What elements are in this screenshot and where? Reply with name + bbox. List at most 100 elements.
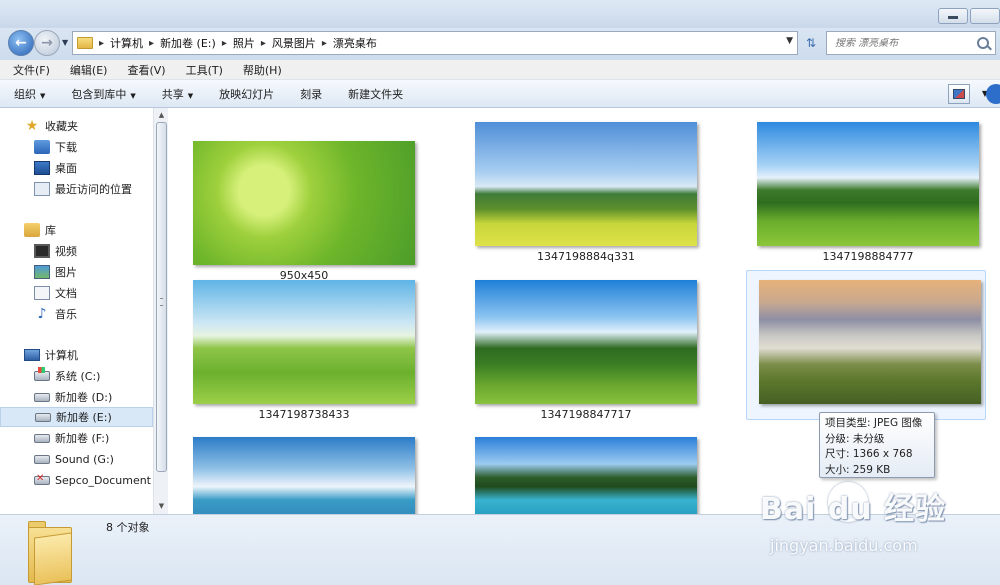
library-icon	[24, 223, 40, 237]
help-button[interactable]	[986, 84, 1000, 104]
address-history-dropdown-icon[interactable]: ▼	[786, 36, 793, 46]
music-note-icon: ♪	[37, 306, 47, 322]
breadcrumb-separator[interactable]: ▸	[261, 38, 266, 49]
file-tile[interactable]: 1347198884777	[745, 113, 985, 263]
drive-icon	[34, 392, 50, 402]
breadcrumb-landscapes[interactable]: 风景图片	[272, 35, 316, 51]
navigation-scrollbar[interactable]: ▲ ▼	[153, 108, 168, 514]
breadcrumb-separator[interactable]: ▸	[149, 38, 154, 49]
back-button[interactable]: ←	[8, 30, 34, 56]
maximize-button[interactable]	[970, 8, 1000, 24]
nav-item-label: 新加卷 (F:)	[55, 432, 110, 445]
slideshow-button[interactable]: 放映幻灯片	[219, 86, 274, 102]
navigation-tree: ★ 收藏夹 下载 桌面 最近访问的位置 库 视频 图片 文档 ♪ 音乐 计算机 …	[0, 108, 153, 514]
file-tile-hovered[interactable]	[746, 270, 986, 420]
image-thumbnail	[757, 122, 979, 246]
nav-item-network-drive[interactable]: Sepco_Document (\	[0, 470, 153, 490]
breadcrumb-drive-e[interactable]: 新加卷 (E:)	[160, 35, 216, 51]
desktop-icon	[34, 161, 50, 175]
file-name: 1347198847717	[540, 408, 632, 421]
nav-item-drive-c[interactable]: 系统 (C:)	[0, 366, 153, 386]
scroll-up-icon[interactable]: ▲	[154, 108, 169, 123]
nav-favorites-label: 收藏夹	[45, 120, 78, 133]
search-box[interactable]	[826, 31, 996, 55]
nav-item-label: 下载	[55, 141, 77, 154]
menu-view[interactable]: 查看(V)	[124, 62, 168, 78]
folder-icon	[77, 37, 93, 49]
nav-item-drive-e[interactable]: 新加卷 (E:)	[0, 407, 153, 427]
navigation-pane: ★ 收藏夹 下载 桌面 最近访问的位置 库 视频 图片 文档 ♪ 音乐 计算机 …	[0, 108, 168, 514]
nav-libraries[interactable]: 库	[0, 220, 153, 240]
breadcrumb-photos[interactable]: 照片	[233, 35, 255, 51]
image-thumbnail	[475, 280, 697, 404]
nav-item-pictures[interactable]: 图片	[0, 262, 153, 282]
include-in-library-button[interactable]: 包含到库中 ▼	[71, 86, 135, 102]
pictures-icon	[34, 265, 50, 279]
watermark-url: jingyan.baidu.com	[770, 536, 918, 555]
nav-item-label: Sepco_Document (\	[55, 473, 153, 487]
search-icon[interactable]	[977, 37, 989, 49]
nav-item-label: 新加卷 (D:)	[55, 391, 113, 404]
new-folder-button[interactable]: 新建文件夹	[348, 86, 403, 102]
nav-item-drive-g[interactable]: Sound (G:)	[0, 449, 153, 469]
recent-pages-dropdown-icon[interactable]: ▼	[62, 38, 68, 47]
nav-item-label: 视频	[55, 245, 77, 258]
file-tile[interactable]: 1347198884q331	[463, 113, 703, 263]
scroll-down-icon[interactable]: ▼	[154, 499, 169, 514]
scrollbar-thumb[interactable]	[156, 122, 167, 472]
drive-icon	[34, 433, 50, 443]
menu-tools[interactable]: 工具(T)	[183, 62, 226, 78]
image-thumbnail	[193, 437, 415, 514]
nav-item-drive-d[interactable]: 新加卷 (D:)	[0, 387, 153, 407]
change-view-button[interactable]	[948, 84, 970, 104]
nav-item-label: 图片	[55, 266, 77, 279]
image-thumbnail	[193, 141, 415, 265]
breadcrumb-computer[interactable]: 计算机	[110, 35, 143, 51]
nav-item-desktop[interactable]: 桌面	[0, 158, 153, 178]
image-thumbnail	[193, 280, 415, 404]
breadcrumb-separator[interactable]: ▸	[322, 38, 327, 49]
file-tile[interactable]: 950x450	[181, 132, 421, 282]
address-row: ← → ▼ ▸ 计算机 ▸ 新加卷 (E:) ▸ 照片 ▸ 风景图片 ▸ 漂亮桌…	[0, 28, 1000, 60]
window-controls	[936, 8, 1000, 24]
breadcrumb-separator[interactable]: ▸	[222, 38, 227, 49]
minimize-button[interactable]	[938, 8, 968, 24]
nav-item-documents[interactable]: 文档	[0, 283, 153, 303]
tooltip-dimensions: 尺寸: 1366 x 768	[825, 448, 913, 460]
address-bar[interactable]: ▸ 计算机 ▸ 新加卷 (E:) ▸ 照片 ▸ 风景图片 ▸ 漂亮桌布 ▼	[72, 31, 798, 55]
file-tile[interactable]: 1347198847717	[463, 271, 703, 421]
menu-edit[interactable]: 编辑(E)	[67, 62, 111, 78]
nav-computer[interactable]: 计算机	[0, 345, 153, 365]
breadcrumb-separator[interactable]: ▸	[99, 38, 104, 49]
refresh-button[interactable]: ⇅	[800, 33, 822, 53]
file-tile[interactable]	[181, 428, 421, 514]
menu-file[interactable]: 文件(F)	[10, 62, 53, 78]
include-in-library-label: 包含到库中	[71, 87, 127, 101]
tooltip-type: 项目类型: JPEG 图像	[825, 417, 923, 429]
menu-help[interactable]: 帮助(H)	[240, 62, 285, 78]
forward-button[interactable]: →	[34, 30, 60, 56]
refresh-icon: ⇅	[805, 36, 817, 50]
file-tile[interactable]: 1347198738433	[181, 271, 421, 421]
tooltip-size: 大小: 259 KB	[825, 463, 891, 476]
tooltip-rating: 分级: 未分级	[825, 432, 885, 445]
organize-button[interactable]: 组织 ▼	[14, 86, 45, 102]
nav-item-drive-f[interactable]: 新加卷 (F:)	[0, 428, 153, 448]
nav-item-label: 桌面	[55, 162, 77, 175]
nav-item-recent-places[interactable]: 最近访问的位置	[0, 179, 153, 199]
search-input[interactable]	[835, 37, 965, 49]
share-button[interactable]: 共享 ▼	[162, 86, 193, 102]
image-thumbnail	[475, 122, 697, 246]
file-tile[interactable]	[463, 428, 703, 514]
chevron-down-icon: ▼	[187, 91, 194, 100]
nav-item-label: 音乐	[55, 308, 77, 321]
nav-item-music[interactable]: ♪ 音乐	[0, 304, 153, 324]
burn-button[interactable]: 刻录	[300, 86, 322, 102]
nav-item-videos[interactable]: 视频	[0, 241, 153, 261]
minimize-icon	[948, 16, 958, 19]
file-name: 1347198884q331	[537, 250, 635, 263]
breadcrumb-current-folder[interactable]: 漂亮桌布	[333, 35, 377, 51]
image-thumbnail	[475, 437, 697, 514]
nav-favorites[interactable]: ★ 收藏夹	[0, 116, 153, 136]
nav-item-downloads[interactable]: 下载	[0, 137, 153, 157]
